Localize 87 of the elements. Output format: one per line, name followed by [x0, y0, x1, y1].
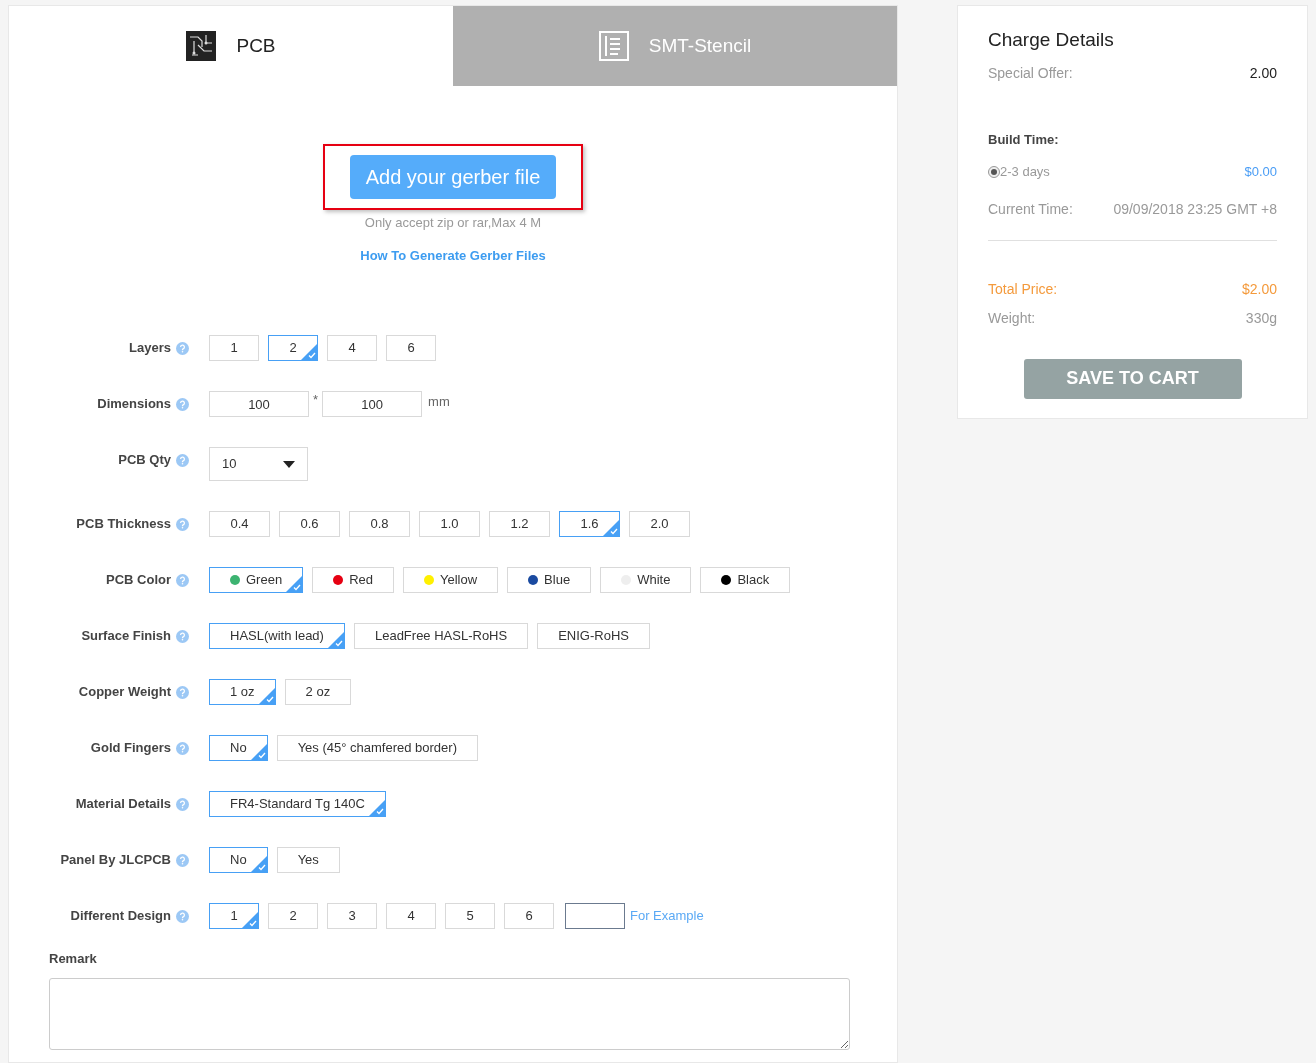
option-button[interactable]: 2 oz: [284, 679, 352, 705]
option-button[interactable]: Green: [209, 567, 304, 593]
field-label: PCB Qty: [118, 451, 171, 470]
option-button[interactable]: 4: [327, 335, 377, 361]
check-icon: [242, 912, 258, 928]
field-label: Gold Fingers: [90, 739, 171, 758]
field-label: Copper Weight: [78, 683, 171, 702]
option-button[interactable]: 1: [209, 903, 259, 929]
option-button[interactable]: Red: [312, 567, 394, 593]
field-label: Dimensions: [97, 395, 171, 414]
field-label: PCB Color: [106, 571, 171, 590]
build-time-price: $0.00: [1244, 163, 1277, 181]
total-value: $2.00: [1241, 279, 1277, 299]
help-icon[interactable]: [176, 453, 189, 467]
input-field[interactable]: [565, 903, 625, 929]
build-time-label: Build Time:: [988, 130, 1060, 149]
check-icon: [286, 576, 303, 592]
field-label: Different Design: [70, 907, 171, 926]
upload-note: Only accept zip or rar,Max 4 M: [364, 214, 542, 232]
offer-value: 2.00: [1249, 63, 1277, 83]
option-button[interactable]: White: [600, 567, 692, 593]
field-label: PCB Thickness: [76, 515, 171, 534]
option-button[interactable]: No: [209, 735, 268, 761]
option-button[interactable]: 0.6: [279, 511, 340, 537]
option-button[interactable]: 1.2: [489, 511, 550, 537]
remark-field[interactable]: [49, 977, 850, 1050]
offer-label: Special Offer:: [988, 63, 1073, 83]
field-label: Panel By JLCPCB: [60, 851, 171, 870]
check-icon: [301, 344, 317, 360]
current-time-value: 09/09/2018 23:25 GMT +8: [1113, 199, 1277, 219]
card-title: Charge Details: [988, 28, 1115, 52]
circuit-board-icon: [186, 31, 217, 61]
field-label: Layers: [129, 339, 171, 358]
option-button[interactable]: 1 oz: [209, 679, 276, 705]
times-sign: *: [313, 391, 319, 410]
help-icon[interactable]: [176, 685, 189, 699]
remark-label: Remark: [49, 950, 98, 968]
check-icon: [603, 520, 619, 536]
check-icon: [327, 632, 344, 648]
caret-icon: [283, 460, 295, 468]
help-icon[interactable]: [176, 797, 189, 811]
help-icon[interactable]: [176, 853, 189, 867]
option-button[interactable]: HASL(with lead): [209, 623, 345, 649]
field-label: Surface Finish: [81, 627, 171, 646]
help-icon[interactable]: [176, 397, 189, 411]
option-button[interactable]: Yes: [276, 847, 340, 873]
option-button[interactable]: Yellow: [403, 567, 499, 593]
option-button[interactable]: No: [209, 847, 268, 873]
check-icon: [368, 800, 385, 816]
option-button[interactable]: 4: [386, 903, 436, 929]
stencil-icon: [598, 31, 629, 61]
weight-value: 330g: [1245, 308, 1277, 328]
help-icon[interactable]: [176, 341, 189, 355]
height-field[interactable]: 100: [322, 391, 423, 417]
total-label: Total Price:: [988, 279, 1058, 299]
option-button[interactable]: Yes (45° chamfered border): [276, 735, 478, 761]
option-button[interactable]: 2: [268, 335, 318, 361]
check-icon: [250, 744, 267, 760]
option-button[interactable]: ENIG-RoHS: [537, 623, 650, 649]
option-button[interactable]: Black: [700, 567, 791, 593]
option-button[interactable]: 2: [268, 903, 318, 929]
field-label: Material Details: [75, 795, 171, 814]
quantity-select[interactable]: 10: [209, 447, 308, 481]
option-button[interactable]: FR4-Standard Tg 140C: [209, 791, 386, 817]
help-icon[interactable]: [176, 517, 189, 531]
option-button[interactable]: 1: [209, 335, 259, 361]
check-icon: [258, 688, 275, 704]
option-button[interactable]: 5: [445, 903, 495, 929]
help-icon[interactable]: [176, 909, 189, 923]
option-button[interactable]: 6: [386, 335, 436, 361]
help-icon[interactable]: [176, 629, 189, 643]
option-button[interactable]: 0.8: [349, 511, 410, 537]
current-time-label: Current Time:: [988, 199, 1073, 219]
option-button[interactable]: 6: [504, 903, 554, 929]
option-button[interactable]: 3: [327, 903, 377, 929]
option-button[interactable]: 2.0: [629, 511, 690, 537]
width-field[interactable]: 100: [209, 391, 309, 417]
help-icon[interactable]: [176, 573, 189, 587]
option-button[interactable]: 1.0: [419, 511, 480, 537]
check-icon: [250, 856, 267, 872]
help-icon[interactable]: [176, 741, 189, 755]
option-button[interactable]: 0.4: [209, 511, 270, 537]
option-button[interactable]: 1.6: [559, 511, 620, 537]
unit-label: mm: [428, 393, 450, 412]
option-button[interactable]: Blue: [507, 567, 592, 593]
option-button[interactable]: LeadFree HASL-RoHS: [353, 623, 529, 649]
weight-label: Weight:: [988, 308, 1036, 328]
